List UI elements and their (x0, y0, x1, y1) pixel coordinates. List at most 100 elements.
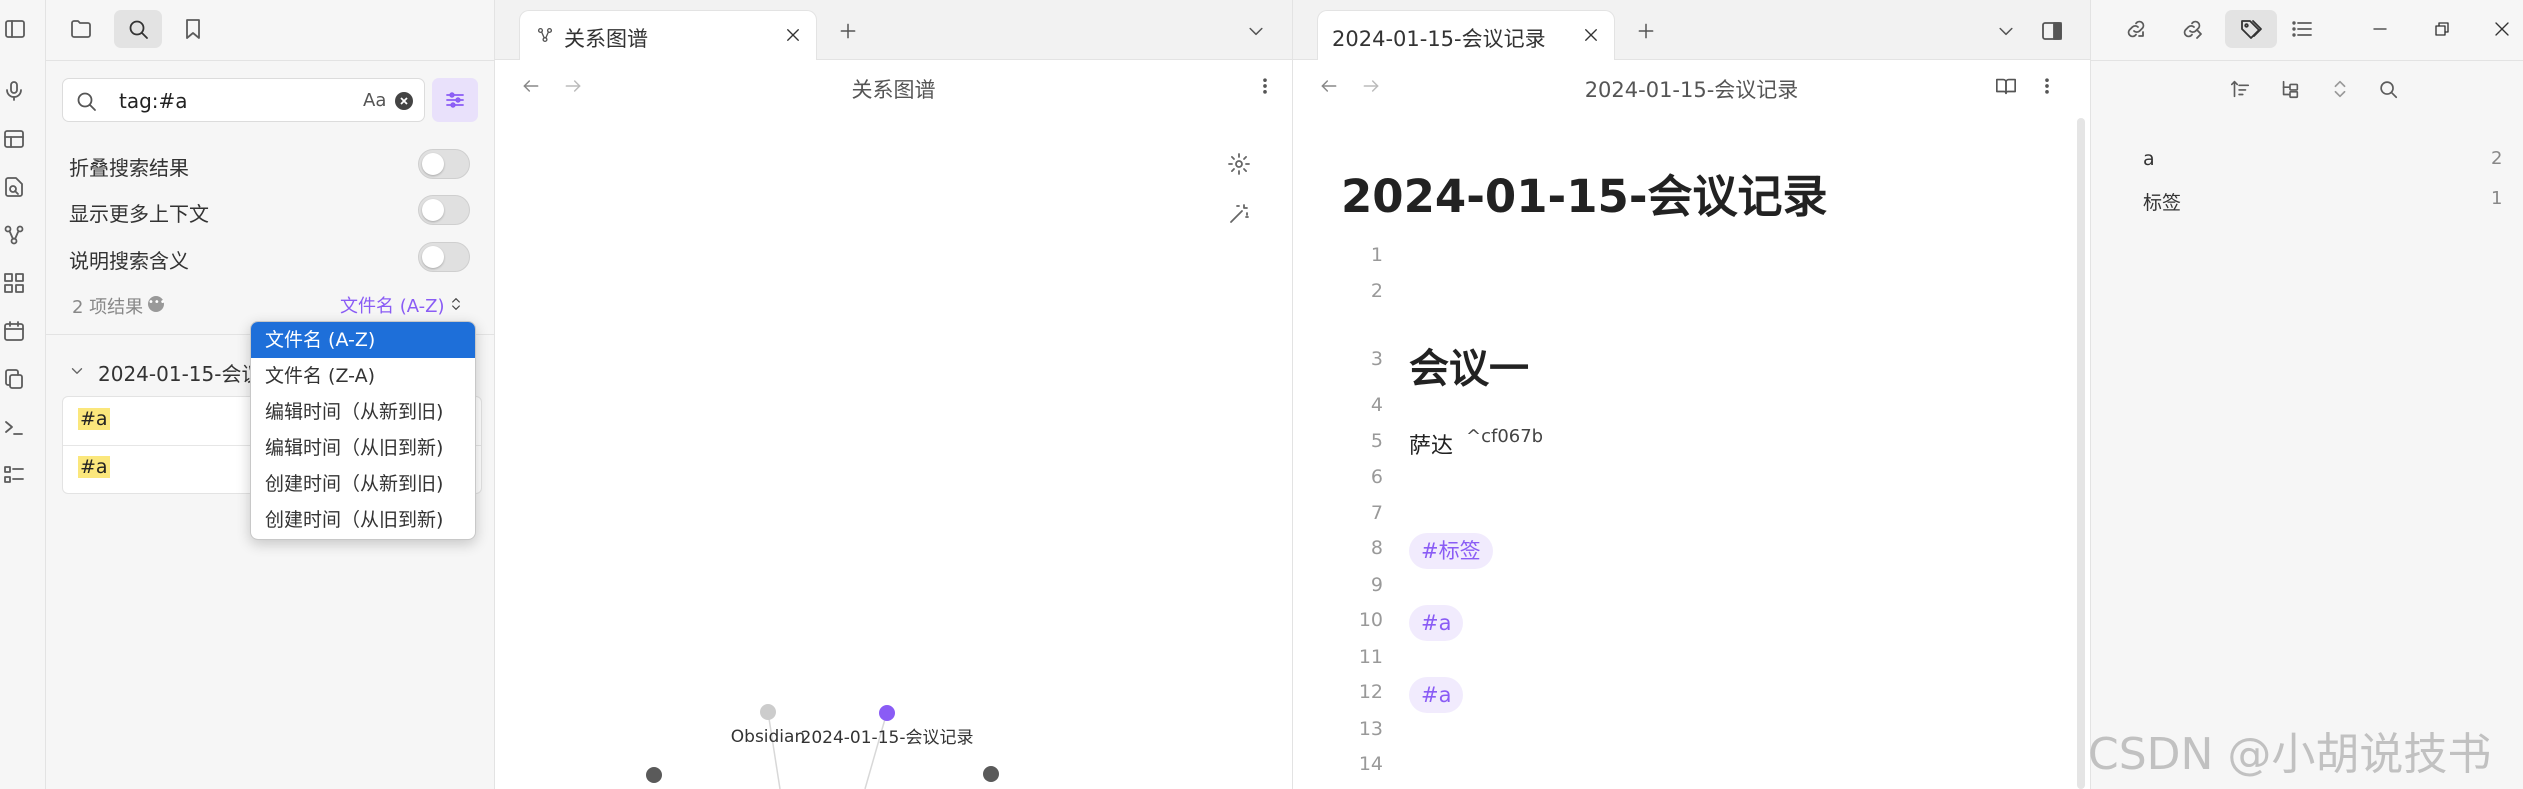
sort-option-modified-old[interactable]: 编辑时间（从旧到新) (251, 430, 475, 466)
graph-view-icon[interactable] (0, 220, 28, 250)
tag-pill[interactable]: #标签 (1409, 533, 1493, 569)
tag-pill[interactable]: #a (1409, 677, 1464, 713)
expand-collapse-icon[interactable] (2327, 76, 2353, 102)
sort-order-icon[interactable] (2227, 76, 2253, 102)
collapse-results-toggle[interactable] (418, 149, 470, 179)
graph-node[interactable] (983, 766, 999, 782)
more-context-label: 显示更多上下文 (69, 202, 209, 226)
close-tab-icon[interactable] (782, 24, 804, 46)
graph-pane: 关系图谱 关系图谱 Obsidian 2024-01-15-会议记录 (495, 0, 1293, 789)
tags-tab-icon[interactable] (2225, 10, 2277, 48)
folder-icon[interactable] (66, 14, 96, 44)
graph-nav-title: 关系图谱 (851, 78, 936, 102)
line-number: 1 (1370, 244, 1383, 266)
list-icon[interactable] (0, 460, 28, 490)
tab-graph[interactable]: 关系图谱 (519, 10, 817, 60)
note-pane: 2024-01-15-会议记录 2024-01-15-会议记录 2024-01-… (1293, 0, 2091, 789)
graph-edge (767, 711, 781, 789)
line-number: 13 (1358, 718, 1383, 740)
divider (2091, 60, 2523, 61)
tab-strip: 关系图谱 (495, 0, 1292, 60)
explain-search-toggle[interactable] (418, 242, 470, 272)
more-context-toggle[interactable] (418, 195, 470, 225)
line-number: 4 (1370, 394, 1383, 416)
sort-menu: 文件名 (A-Z) 文件名 (Z-A) 编辑时间（从新到旧) 编辑时间（从旧到新… (250, 321, 476, 540)
tab-label: 关系图谱 (564, 27, 648, 51)
clear-search-icon[interactable] (395, 92, 413, 110)
graph-node[interactable] (646, 767, 662, 783)
minimize-icon[interactable] (2365, 14, 2395, 44)
terminal-icon[interactable] (0, 412, 28, 442)
layout-icon[interactable] (0, 124, 28, 154)
scrollbar[interactable] (2077, 118, 2085, 789)
watermark: CSDN @小胡说技书 (2088, 729, 2492, 780)
sort-option-modified-new[interactable]: 编辑时间（从新到旧) (251, 394, 475, 430)
note-body-text[interactable]: 萨达 (1409, 428, 1453, 460)
match-item[interactable]: #a (78, 408, 110, 430)
tab-list-chevron-icon[interactable] (1243, 18, 1269, 44)
canvas-icon[interactable] (0, 268, 28, 298)
line-number: 11 (1358, 646, 1383, 668)
ribbon (0, 0, 46, 789)
more-options-icon[interactable]: ••• (148, 296, 166, 312)
sort-option-name-asc[interactable]: 文件名 (A-Z) (251, 322, 475, 358)
sort-chevron-icon[interactable] (448, 292, 464, 316)
note-heading[interactable]: 会议一 (1409, 336, 1529, 394)
sort-dropdown[interactable]: 文件名 (A-Z) (340, 292, 445, 318)
line-number: 3 (1370, 348, 1383, 370)
tab-note[interactable]: 2024-01-15-会议记录 (1317, 10, 1615, 60)
result-file-title[interactable]: 2024-01-15-会议 (98, 358, 261, 387)
magic-wand-icon[interactable] (1225, 200, 1253, 228)
sort-option-name-desc[interactable]: 文件名 (Z-A) (251, 358, 475, 394)
search-query: tag:#a (119, 89, 188, 113)
line-number: 14 (1358, 753, 1383, 775)
match-case-button[interactable]: Aa (363, 90, 386, 111)
graph-edge (864, 711, 888, 789)
graph-node-label: Obsidian (731, 727, 805, 747)
tab-list-chevron-icon[interactable] (1993, 18, 2019, 44)
sort-option-created-new[interactable]: 创建时间（从新到旧) (251, 466, 475, 502)
graph-node-label: 2024-01-15-会议记录 (801, 728, 974, 748)
sidebar-toggle-icon[interactable] (0, 14, 30, 44)
backlinks-icon[interactable] (2121, 14, 2151, 44)
reading-view-icon[interactable] (1993, 74, 2019, 98)
line-number: 8 (1370, 537, 1383, 559)
tree-view-icon[interactable] (2277, 76, 2303, 102)
outgoing-links-icon[interactable] (2177, 14, 2207, 44)
line-number: 9 (1370, 574, 1383, 596)
copy-icon[interactable] (0, 364, 28, 394)
tag-name[interactable]: 标签 (2143, 188, 2181, 215)
graph-node-meeting-note[interactable] (879, 705, 895, 721)
close-tab-icon[interactable] (1580, 24, 1602, 46)
calendar-icon[interactable] (0, 316, 28, 346)
close-window-icon[interactable] (2487, 14, 2517, 44)
tag-name[interactable]: a (2143, 148, 2155, 170)
graph-tab-icon (534, 24, 556, 46)
explain-search-label: 说明搜索含义 (69, 249, 189, 273)
collapse-chevron-icon[interactable] (68, 362, 86, 380)
line-number: 12 (1358, 681, 1383, 703)
bookmark-icon[interactable] (178, 14, 208, 44)
sort-option-created-old[interactable]: 创建时间（从旧到新) (251, 502, 475, 538)
graph-settings-icon[interactable] (1225, 150, 1253, 178)
graph-node-obsidian[interactable] (760, 704, 776, 720)
more-menu-icon[interactable] (2035, 74, 2059, 98)
search-settings-icon[interactable] (432, 78, 478, 122)
outline-icon[interactable] (2287, 14, 2317, 44)
restore-icon[interactable] (2427, 14, 2457, 44)
more-menu-icon[interactable] (1253, 74, 1277, 98)
microphone-icon[interactable] (0, 76, 28, 106)
new-tab-icon[interactable] (835, 18, 861, 44)
inline-title[interactable]: 2024-01-15-会议记录 (1341, 160, 1828, 225)
new-tab-icon[interactable] (1633, 18, 1659, 44)
tag-pill[interactable]: #a (1409, 605, 1464, 641)
search-input[interactable]: tag:#a Aa (62, 78, 425, 122)
match-item[interactable]: #a (78, 456, 110, 478)
right-sidebar-toggle-icon[interactable] (2037, 16, 2067, 46)
tag-count: 2 (2491, 148, 2503, 169)
block-reference[interactable]: ^cf067b (1466, 426, 1543, 447)
search-tab-icon[interactable] (114, 10, 162, 48)
graph-canvas[interactable]: Obsidian 2024-01-15-会议记录 (495, 690, 1293, 789)
search-icon[interactable] (2375, 76, 2401, 102)
file-search-icon[interactable] (0, 172, 28, 202)
